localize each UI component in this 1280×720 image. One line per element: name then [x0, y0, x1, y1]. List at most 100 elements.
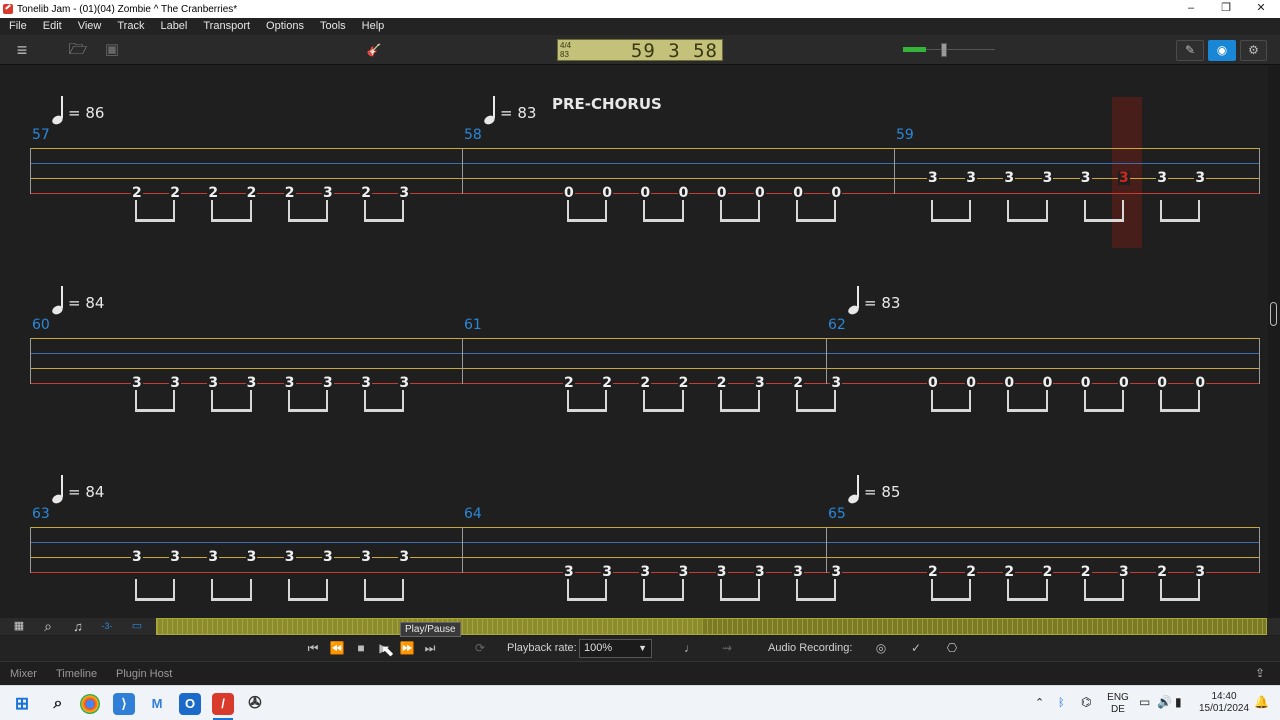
stop-icon[interactable]: ■	[352, 640, 370, 656]
fret-number[interactable]: 3	[169, 550, 181, 564]
fret-number[interactable]: 3	[245, 550, 258, 564]
fret-number[interactable]: 0	[965, 376, 977, 390]
bar-number[interactable]: 65	[828, 506, 846, 522]
fret-number[interactable]: 2	[601, 376, 613, 390]
fret-number[interactable]: 3	[322, 376, 334, 390]
fret-number[interactable]: 3	[207, 376, 220, 390]
note-icon[interactable]: ♫	[70, 619, 86, 634]
fast-forward-icon[interactable]: ⏩	[398, 640, 416, 656]
fret-number[interactable]: 3	[1156, 171, 1168, 185]
fret-number[interactable]: 3	[398, 376, 411, 390]
bluetooth-icon[interactable]: ᛒ	[1058, 697, 1065, 709]
open-folder-icon[interactable]: 🗁	[68, 41, 88, 59]
fret-number[interactable]: 3	[1118, 565, 1130, 579]
fret-number[interactable]: 3	[1194, 565, 1207, 579]
fret-number[interactable]: 3	[1003, 171, 1016, 185]
tonelib-icon[interactable]: /	[212, 693, 234, 715]
fret-number[interactable]: 2	[245, 186, 258, 200]
fret-number[interactable]: 3	[754, 565, 766, 579]
search-icon[interactable]: ⌕	[47, 693, 69, 715]
mixer-icon[interactable]: ⚙	[1240, 40, 1267, 61]
battery-icon[interactable]: ▮	[1175, 696, 1182, 708]
fret-number[interactable]: 3	[398, 186, 411, 200]
fret-number[interactable]: 3	[639, 565, 652, 579]
tab-timeline[interactable]: Timeline	[56, 668, 97, 680]
bar-number[interactable]: 61	[464, 317, 482, 333]
song-timeline[interactable]	[156, 618, 1267, 635]
recording-settings-icon[interactable]: ⎔	[943, 640, 961, 656]
fret-number[interactable]: 3	[360, 550, 372, 564]
count-in-icon[interactable]: ⇝	[718, 640, 736, 656]
fret-number[interactable]: 3	[360, 376, 372, 390]
pencil-icon[interactable]: ✎	[1176, 40, 1204, 61]
outlook-icon[interactable]: O	[179, 693, 201, 715]
fret-number[interactable]: 3	[965, 171, 977, 185]
bar-number[interactable]: 58	[464, 127, 482, 143]
fret-number[interactable]: 0	[1156, 376, 1168, 390]
bar-number[interactable]: 57	[32, 127, 50, 143]
menu-transport[interactable]: Transport	[195, 18, 258, 35]
fret-number[interactable]: 3	[927, 171, 939, 185]
fret-number[interactable]: 3	[169, 376, 181, 390]
chrome-icon[interactable]	[80, 694, 100, 714]
fret-number[interactable]: 0	[1041, 376, 1054, 390]
go-to-start-icon[interactable]: ⏮	[304, 640, 322, 656]
fret-number[interactable]: 2	[1041, 565, 1054, 579]
fret-number[interactable]: 2	[1156, 565, 1168, 579]
vscode-icon[interactable]: ⟩	[113, 693, 135, 715]
fret-number[interactable]: 3	[322, 550, 334, 564]
accept-recording-icon[interactable]: ✓	[907, 640, 925, 656]
menu-help[interactable]: Help	[354, 18, 393, 35]
menu-view[interactable]: View	[70, 18, 110, 35]
fret-number[interactable]: 0	[830, 186, 843, 200]
go-to-end-icon[interactable]: ⏭	[421, 640, 439, 656]
fret-number[interactable]: 2	[927, 565, 939, 579]
menu-label[interactable]: Label	[152, 18, 195, 35]
search-icon[interactable]: ⌕	[40, 619, 56, 634]
fret-number[interactable]: 0	[639, 186, 652, 200]
bar-number[interactable]: 64	[464, 506, 482, 522]
display-icon[interactable]: ▭	[1139, 696, 1150, 708]
fret-number[interactable]: 2	[965, 565, 977, 579]
view-eye-icon[interactable]: ◉	[1208, 40, 1236, 61]
network-icon[interactable]: ⌬	[1081, 696, 1091, 708]
fret-number[interactable]: 3	[830, 565, 843, 579]
fret-number[interactable]: 0	[677, 186, 690, 200]
close-button[interactable]: ✕	[1244, 0, 1278, 18]
fret-number[interactable]: 2	[1003, 565, 1016, 579]
tab-score-view[interactable]: PRE-CHORUS = 86 = 83 57 2 2 2 2 2 3 2 3 58 0 0 0 0 0 0 0 0 5…	[0, 66, 1268, 618]
triplet-icon[interactable]: -3-	[99, 619, 115, 634]
view-mode-icon[interactable]: ▭	[129, 619, 145, 634]
fret-number[interactable]: 0	[1003, 376, 1016, 390]
fret-number[interactable]: 2	[677, 376, 690, 390]
bar-number[interactable]: 63	[32, 506, 50, 522]
tuner-icon[interactable]: 🎸	[364, 41, 384, 59]
bar-number[interactable]: 60	[32, 317, 50, 333]
fret-number[interactable]: 3	[1118, 171, 1130, 185]
fret-number[interactable]: 0	[1079, 376, 1092, 390]
volume-icon[interactable]: 🔊	[1157, 696, 1172, 708]
fret-number[interactable]: 0	[601, 186, 613, 200]
rewind-icon[interactable]: ⏪	[328, 640, 346, 656]
clock[interactable]: 14:40 15/01/2024	[1198, 691, 1250, 715]
fret-number[interactable]: 3	[792, 565, 804, 579]
fret-number[interactable]: 2	[792, 376, 804, 390]
vertical-scrollbar[interactable]	[1268, 66, 1280, 618]
fret-number[interactable]: 0	[1118, 376, 1130, 390]
app-m-icon[interactable]: M	[146, 693, 168, 715]
fret-number[interactable]: 3	[207, 550, 220, 564]
fret-number[interactable]: 2	[1079, 565, 1092, 579]
fret-number[interactable]: 0	[715, 186, 728, 200]
fret-number[interactable]: 0	[754, 186, 766, 200]
playback-rate-select[interactable]: 100% ▼	[579, 639, 652, 658]
fret-number[interactable]: 3	[1041, 171, 1054, 185]
metronome-icon[interactable]: ♩	[681, 640, 699, 656]
fret-number[interactable]: 3	[131, 376, 143, 390]
bar-number[interactable]: 59	[896, 127, 914, 143]
maximize-button[interactable]: ❐	[1209, 0, 1243, 18]
chevron-up-icon[interactable]: ⌃	[1035, 697, 1044, 709]
fret-number[interactable]: 3	[245, 376, 258, 390]
fret-number[interactable]: 2	[283, 186, 296, 200]
fret-number[interactable]: 0	[563, 186, 575, 200]
fret-number[interactable]: 0	[792, 186, 804, 200]
